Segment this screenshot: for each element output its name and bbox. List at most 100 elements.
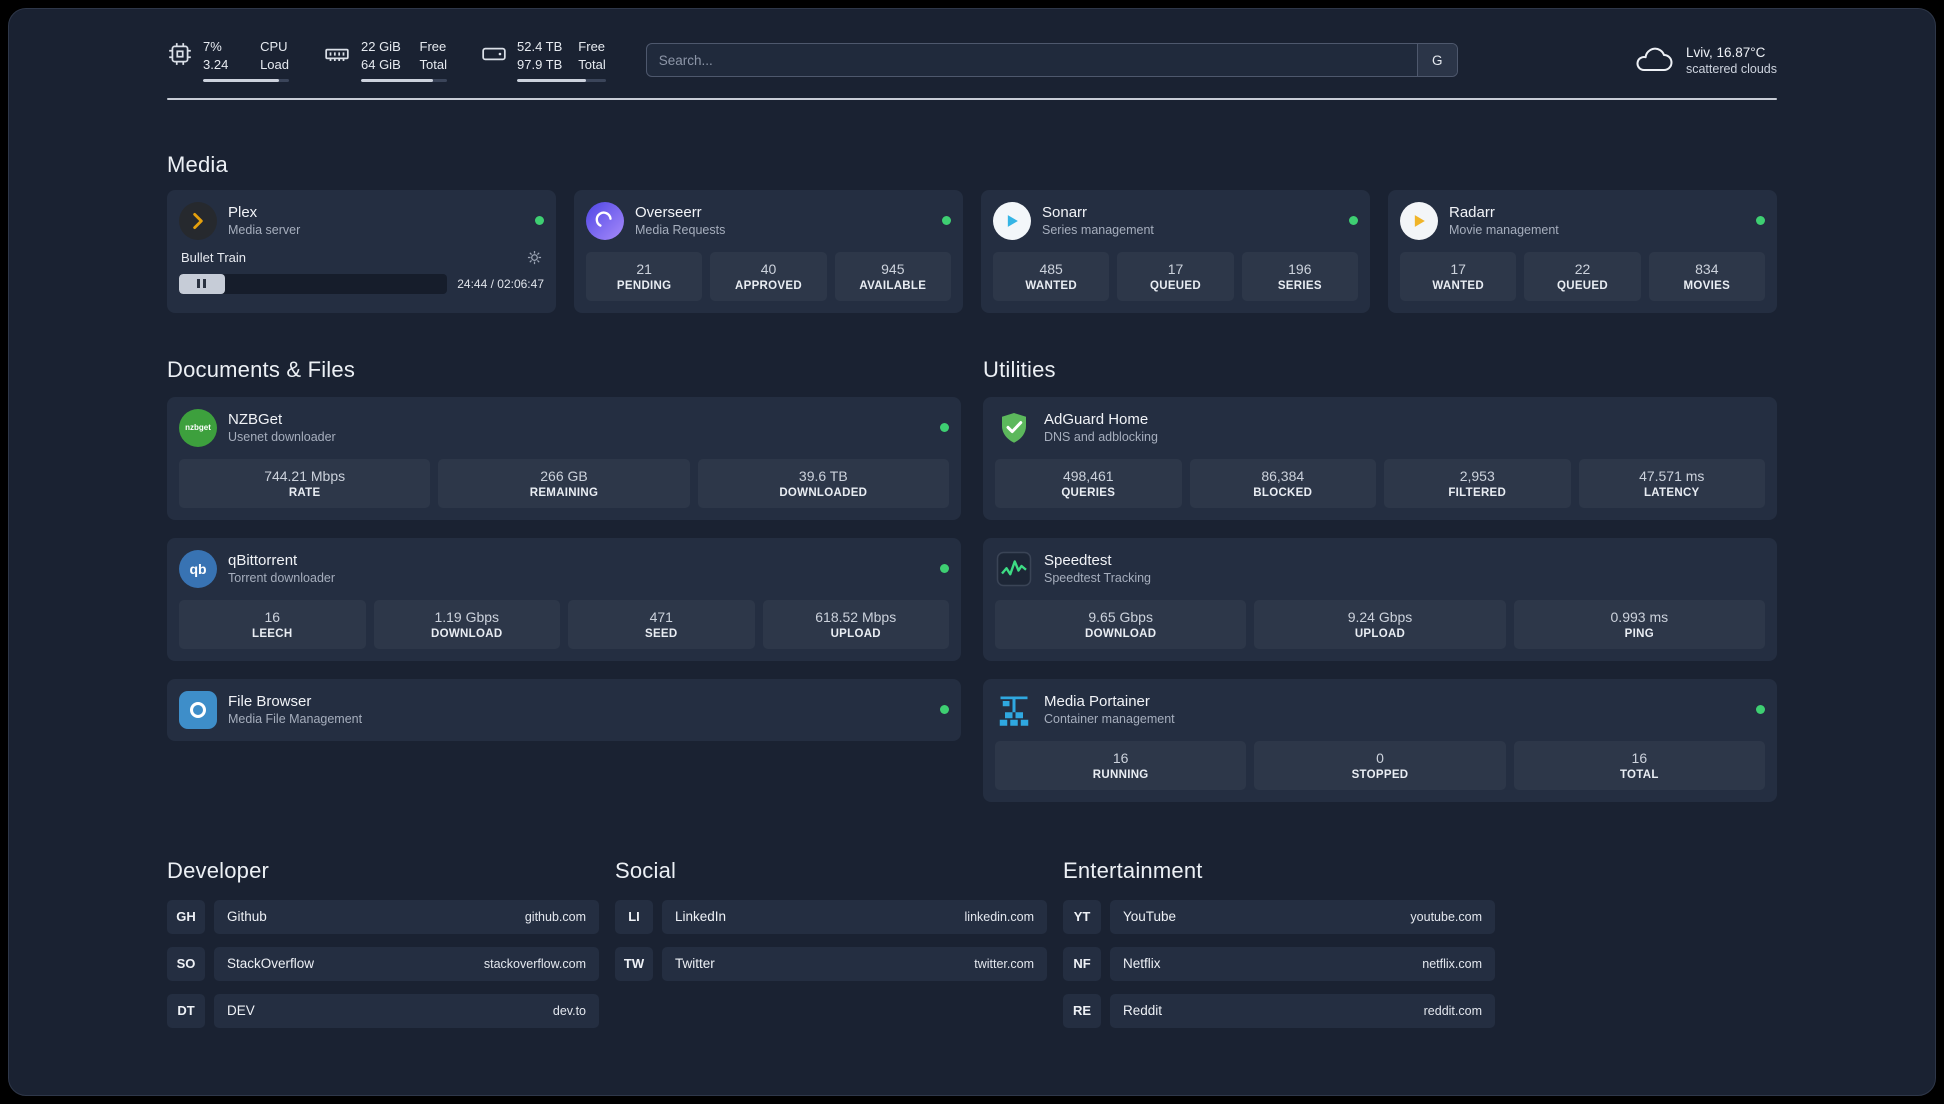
cloud-icon bbox=[1636, 48, 1673, 72]
header-divider bbox=[167, 97, 1777, 100]
stat-tile: 485 WANTED bbox=[993, 251, 1110, 301]
app-card-nzbget[interactable]: nzbget NZBGet Usenet downloader 744.21 M… bbox=[167, 396, 961, 520]
section-title-entertainment: Entertainment bbox=[1063, 857, 1203, 883]
stat-value: 266 GB bbox=[540, 467, 588, 484]
weather-widget: Lviv, 16.87°C scattered clouds bbox=[1634, 45, 1777, 76]
bookmark-link[interactable]: YouTube youtube.com bbox=[1110, 899, 1495, 934]
stat-label: RATE bbox=[288, 486, 321, 499]
bookmark-abbr[interactable]: TW bbox=[615, 946, 653, 981]
stat-tile: 2,953 FILTERED bbox=[1384, 458, 1571, 508]
stat-value: 0 bbox=[1376, 749, 1384, 766]
cpu-load-value: 3.24 bbox=[203, 57, 229, 73]
stat-value: 1.19 Gbps bbox=[434, 608, 500, 625]
app-subtitle: Container management bbox=[1044, 712, 1175, 726]
stat-value: 16 bbox=[1112, 749, 1129, 766]
stat-label: QUEUED bbox=[1556, 279, 1608, 292]
bookmark-reddit: RE Reddit reddit.com bbox=[1063, 993, 1495, 1028]
cpu-label: CPU bbox=[260, 39, 288, 54]
player-settings-button[interactable] bbox=[527, 250, 542, 265]
stat-value: 17 bbox=[1167, 260, 1184, 277]
app-card-sonarr[interactable]: Sonarr Series management 485 WANTED 17 Q… bbox=[981, 189, 1370, 313]
stat-label: APPROVED bbox=[735, 279, 802, 292]
bookmark-name: Twitter bbox=[675, 956, 715, 971]
app-name: Media Portainer bbox=[1044, 693, 1150, 710]
disk-icon bbox=[482, 47, 506, 61]
stat-value: 0.993 ms bbox=[1610, 608, 1669, 625]
app-card-radarr[interactable]: Radarr Movie management 17 WANTED 22 QUE… bbox=[1388, 189, 1777, 313]
bookmark-abbr[interactable]: GH bbox=[167, 899, 205, 934]
section-title-documents: Documents & Files bbox=[167, 356, 356, 382]
bookmarks: Developer GH Github github.com SO StackO… bbox=[167, 858, 1777, 1081]
cpu-icon bbox=[169, 43, 191, 65]
ram-widget: 22 GiB 64 GiB Free Total bbox=[323, 39, 447, 82]
section-title-developer: Developer bbox=[167, 857, 270, 883]
weather-condition: scattered clouds bbox=[1685, 61, 1777, 76]
stat-label: UPLOAD bbox=[1354, 627, 1406, 640]
app-subtitle: Media server bbox=[228, 223, 301, 237]
pause-icon[interactable] bbox=[197, 279, 207, 288]
app-card-qbittorrent[interactable]: qb qBittorrent Torrent downloader 16 LEE… bbox=[167, 537, 961, 661]
stat-value: 16 bbox=[1631, 749, 1648, 766]
stat-value: 9.24 Gbps bbox=[1347, 608, 1413, 625]
bookmark-abbr[interactable]: RE bbox=[1063, 993, 1101, 1028]
bookmark-abbr[interactable]: DT bbox=[167, 993, 205, 1028]
stat-label: TOTAL bbox=[1619, 768, 1659, 781]
stat-tile: 618.52 Mbps UPLOAD bbox=[762, 599, 949, 649]
bookmark-link[interactable]: LinkedIn linkedin.com bbox=[662, 899, 1047, 934]
stat-label: DOWNLOAD bbox=[1084, 627, 1157, 640]
bookmark-link[interactable]: DEV dev.to bbox=[214, 993, 599, 1028]
disk-total-value: 97.9 TB bbox=[517, 57, 563, 73]
stat-value: 39.6 TB bbox=[798, 467, 848, 484]
stat-tile: 945 AVAILABLE bbox=[834, 251, 951, 301]
bookmark-abbr[interactable]: LI bbox=[615, 899, 653, 934]
status-dot bbox=[940, 705, 949, 714]
bookmark-url: twitter.com bbox=[974, 956, 1034, 971]
app-card-overseerr[interactable]: Overseerr Media Requests 21 PENDING 40 A… bbox=[574, 189, 963, 313]
radarr-icon bbox=[1400, 201, 1438, 240]
playback-time: 24:44 / 02:06:47 bbox=[457, 276, 544, 291]
bookmark-twitter: TW Twitter twitter.com bbox=[615, 946, 1047, 981]
stat-value: 17 bbox=[1450, 260, 1466, 277]
app-name: Sonarr bbox=[1042, 204, 1088, 221]
stat-value: 2,953 bbox=[1459, 467, 1495, 484]
app-name: File Browser bbox=[228, 693, 312, 710]
ram-free-label: Free bbox=[419, 39, 447, 54]
app-card-adguard[interactable]: AdGuard Home DNS and adblocking 498,461 … bbox=[983, 396, 1777, 520]
bookmark-link[interactable]: Netflix netflix.com bbox=[1110, 946, 1495, 981]
app-subtitle: Movie management bbox=[1449, 223, 1559, 237]
adguard-icon bbox=[995, 409, 1033, 447]
app-name: NZBGet bbox=[228, 411, 283, 428]
bookmark-link[interactable]: StackOverflow stackoverflow.com bbox=[214, 946, 599, 981]
section-social: Social LI LinkedIn linkedin.com TW Twitt… bbox=[615, 858, 1047, 1041]
search-input[interactable] bbox=[646, 44, 1417, 77]
bookmark-abbr[interactable]: NF bbox=[1063, 946, 1101, 981]
stat-tile: 9.24 Gbps UPLOAD bbox=[1254, 599, 1506, 649]
stat-value: 21 bbox=[636, 260, 652, 277]
bookmark-link[interactable]: Reddit reddit.com bbox=[1110, 993, 1495, 1028]
stat-tile: 9.65 Gbps DOWNLOAD bbox=[995, 599, 1247, 649]
bookmark-link[interactable]: Github github.com bbox=[214, 899, 599, 934]
section-title-utilities: Utilities bbox=[983, 356, 1056, 382]
bookmark-abbr[interactable]: YT bbox=[1063, 899, 1101, 934]
disk-total-label: Total bbox=[578, 57, 606, 73]
playback-progress-bar[interactable] bbox=[179, 273, 448, 294]
stat-label: DOWNLOADED bbox=[779, 486, 868, 499]
stat-tile: 1.19 Gbps DOWNLOAD bbox=[373, 599, 560, 649]
stat-tile: 86,384 BLOCKED bbox=[1189, 458, 1376, 508]
stat-label: QUERIES bbox=[1061, 486, 1116, 499]
status-dot bbox=[942, 216, 951, 225]
nzbget-icon-text: nzbget bbox=[185, 423, 211, 432]
app-card-plex[interactable]: Plex Media server Bullet Train 24:44 / 0… bbox=[167, 189, 556, 313]
app-subtitle: Series management bbox=[1042, 223, 1154, 237]
search-engine-button[interactable]: G bbox=[1416, 44, 1457, 77]
top-bar: 7% 3.24 CPU Load 22 GiB 64 GiB Free Tota… bbox=[167, 39, 1777, 82]
app-card-portainer[interactable]: Media Portainer Container management 16 … bbox=[983, 678, 1777, 802]
cpu-usage-bar bbox=[203, 78, 289, 82]
section-developer: Developer GH Github github.com SO StackO… bbox=[167, 858, 599, 1041]
bookmark-link[interactable]: Twitter twitter.com bbox=[662, 946, 1047, 981]
bookmark-url: reddit.com bbox=[1423, 1003, 1482, 1018]
bookmark-abbr[interactable]: SO bbox=[167, 946, 205, 981]
app-card-filebrowser[interactable]: File Browser Media File Management bbox=[167, 678, 961, 741]
app-card-speedtest[interactable]: Speedtest Speedtest Tracking 9.65 Gbps D… bbox=[983, 537, 1777, 661]
ram-icon bbox=[325, 48, 349, 62]
